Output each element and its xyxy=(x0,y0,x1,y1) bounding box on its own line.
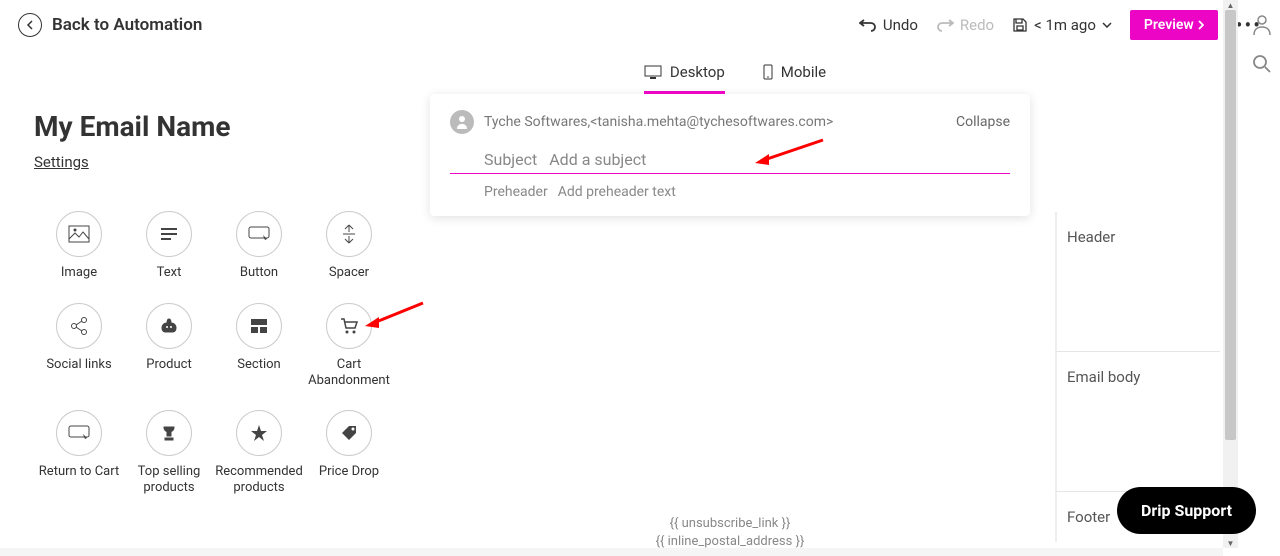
email-name-title[interactable]: My Email Name xyxy=(34,110,386,143)
settings-link[interactable]: Settings xyxy=(34,153,89,171)
block-section[interactable]: Section xyxy=(214,303,304,388)
scroll-up-icon[interactable]: ▲ xyxy=(1223,0,1238,10)
save-icon xyxy=(1012,17,1028,33)
subject-label: Subject xyxy=(484,150,537,169)
text-icon xyxy=(160,227,178,241)
price-drop-icon xyxy=(340,424,358,442)
preview-button[interactable]: Preview xyxy=(1130,10,1218,40)
recommended-icon xyxy=(250,424,268,442)
email-footer-tokens: {{ unsubscribe_link }} {{ inline_postal_… xyxy=(430,515,1030,551)
block-button[interactable]: Button xyxy=(214,211,304,281)
top-selling-icon xyxy=(160,424,178,442)
sender-avatar-icon xyxy=(450,110,474,134)
blocks-grid: Image Text Button Spacer Social links Pr… xyxy=(34,211,386,495)
social-links-icon xyxy=(69,316,89,336)
block-recommended[interactable]: Recommended products xyxy=(214,410,304,495)
redo-button: Redo xyxy=(936,16,994,34)
back-label: Back to Automation xyxy=(52,15,202,35)
back-to-automation-button[interactable]: Back to Automation xyxy=(18,13,202,37)
undo-icon xyxy=(859,18,877,32)
block-spacer[interactable]: Spacer xyxy=(304,211,394,281)
spacer-icon xyxy=(341,224,357,244)
section-icon xyxy=(250,318,268,334)
block-top-selling[interactable]: Top selling products xyxy=(124,410,214,495)
return-to-cart-icon xyxy=(68,425,90,441)
sender-text: Tyche Softwares,<tanisha.mehta@tychesoft… xyxy=(484,114,946,130)
redo-icon xyxy=(936,18,954,32)
block-price-drop[interactable]: Price Drop xyxy=(304,410,394,495)
block-product[interactable]: Product xyxy=(124,303,214,388)
block-text[interactable]: Text xyxy=(124,211,214,281)
cart-abandonment-icon xyxy=(339,317,359,335)
save-status[interactable]: < 1m ago xyxy=(1012,16,1112,34)
tab-mobile[interactable]: Mobile xyxy=(763,63,826,94)
chevron-down-icon xyxy=(1102,22,1112,28)
section-email-body[interactable]: Email body xyxy=(1055,352,1220,492)
bottom-bar xyxy=(0,548,1223,556)
block-image[interactable]: Image xyxy=(34,211,124,281)
block-cart-abandonment[interactable]: Cart Abandonment xyxy=(304,303,394,388)
chevron-left-icon xyxy=(18,13,42,37)
search-icon[interactable] xyxy=(1252,54,1272,74)
section-header[interactable]: Header xyxy=(1055,212,1220,352)
support-chat-button[interactable]: Drip Support xyxy=(1117,487,1256,534)
email-header-card: Tyche Softwares,<tanisha.mehta@tychesoft… xyxy=(430,94,1030,216)
product-icon xyxy=(159,316,179,336)
button-icon xyxy=(248,226,270,242)
chevron-right-icon xyxy=(1198,20,1204,30)
tab-desktop[interactable]: Desktop xyxy=(644,63,725,94)
desktop-icon xyxy=(644,65,662,79)
mobile-icon xyxy=(763,64,773,80)
preheader-input[interactable]: Add preheader text xyxy=(558,184,676,200)
subject-input[interactable]: Add a subject xyxy=(549,150,1010,169)
vertical-scrollbar[interactable]: ▲ ▼ xyxy=(1223,0,1238,548)
image-icon xyxy=(68,225,90,243)
scroll-thumb[interactable] xyxy=(1225,10,1236,440)
user-icon[interactable] xyxy=(1252,14,1272,36)
undo-button[interactable]: Undo xyxy=(859,16,918,34)
block-social-links[interactable]: Social links xyxy=(34,303,124,388)
block-return-to-cart[interactable]: Return to Cart xyxy=(34,410,124,495)
scroll-down-icon[interactable]: ▼ xyxy=(1223,538,1238,548)
preheader-label: Preheader xyxy=(484,184,548,200)
collapse-button[interactable]: Collapse xyxy=(956,114,1010,130)
